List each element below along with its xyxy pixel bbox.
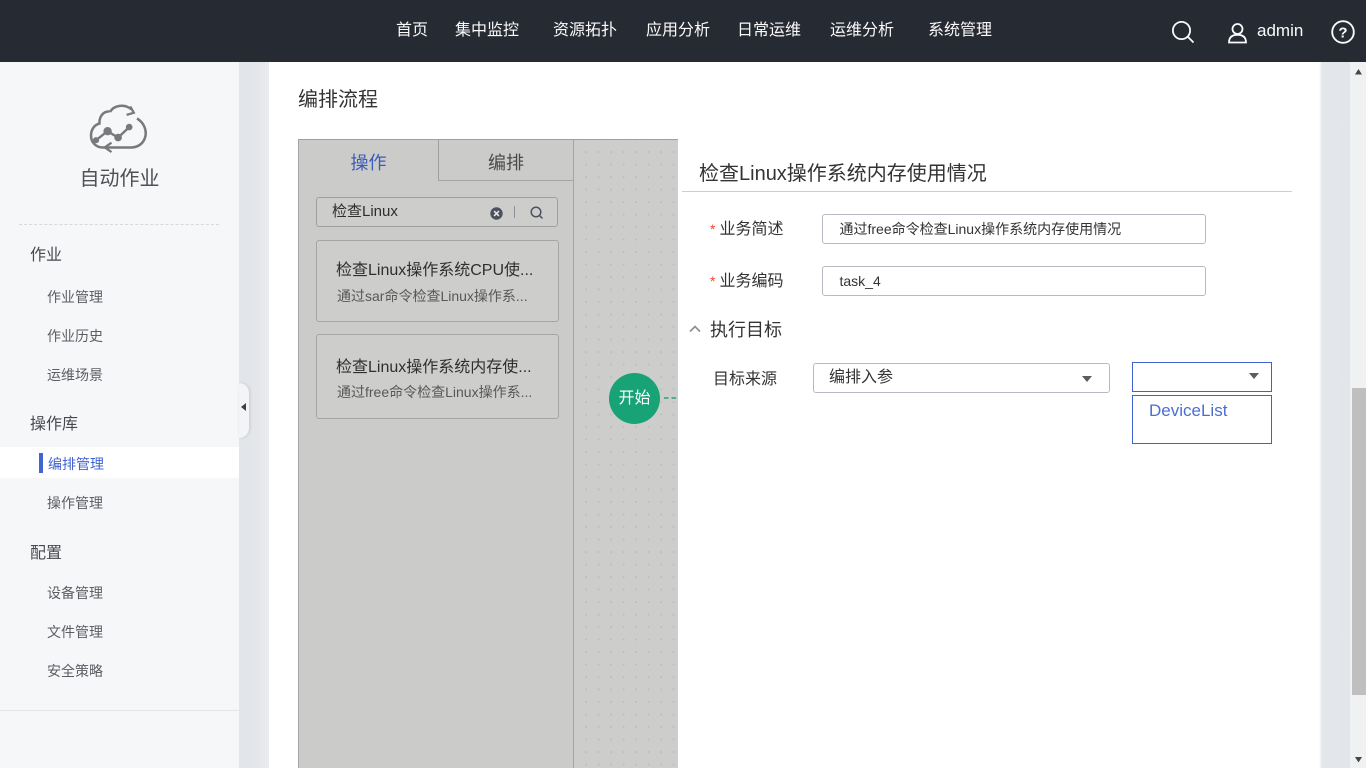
svg-text:?: ? (1338, 24, 1347, 41)
